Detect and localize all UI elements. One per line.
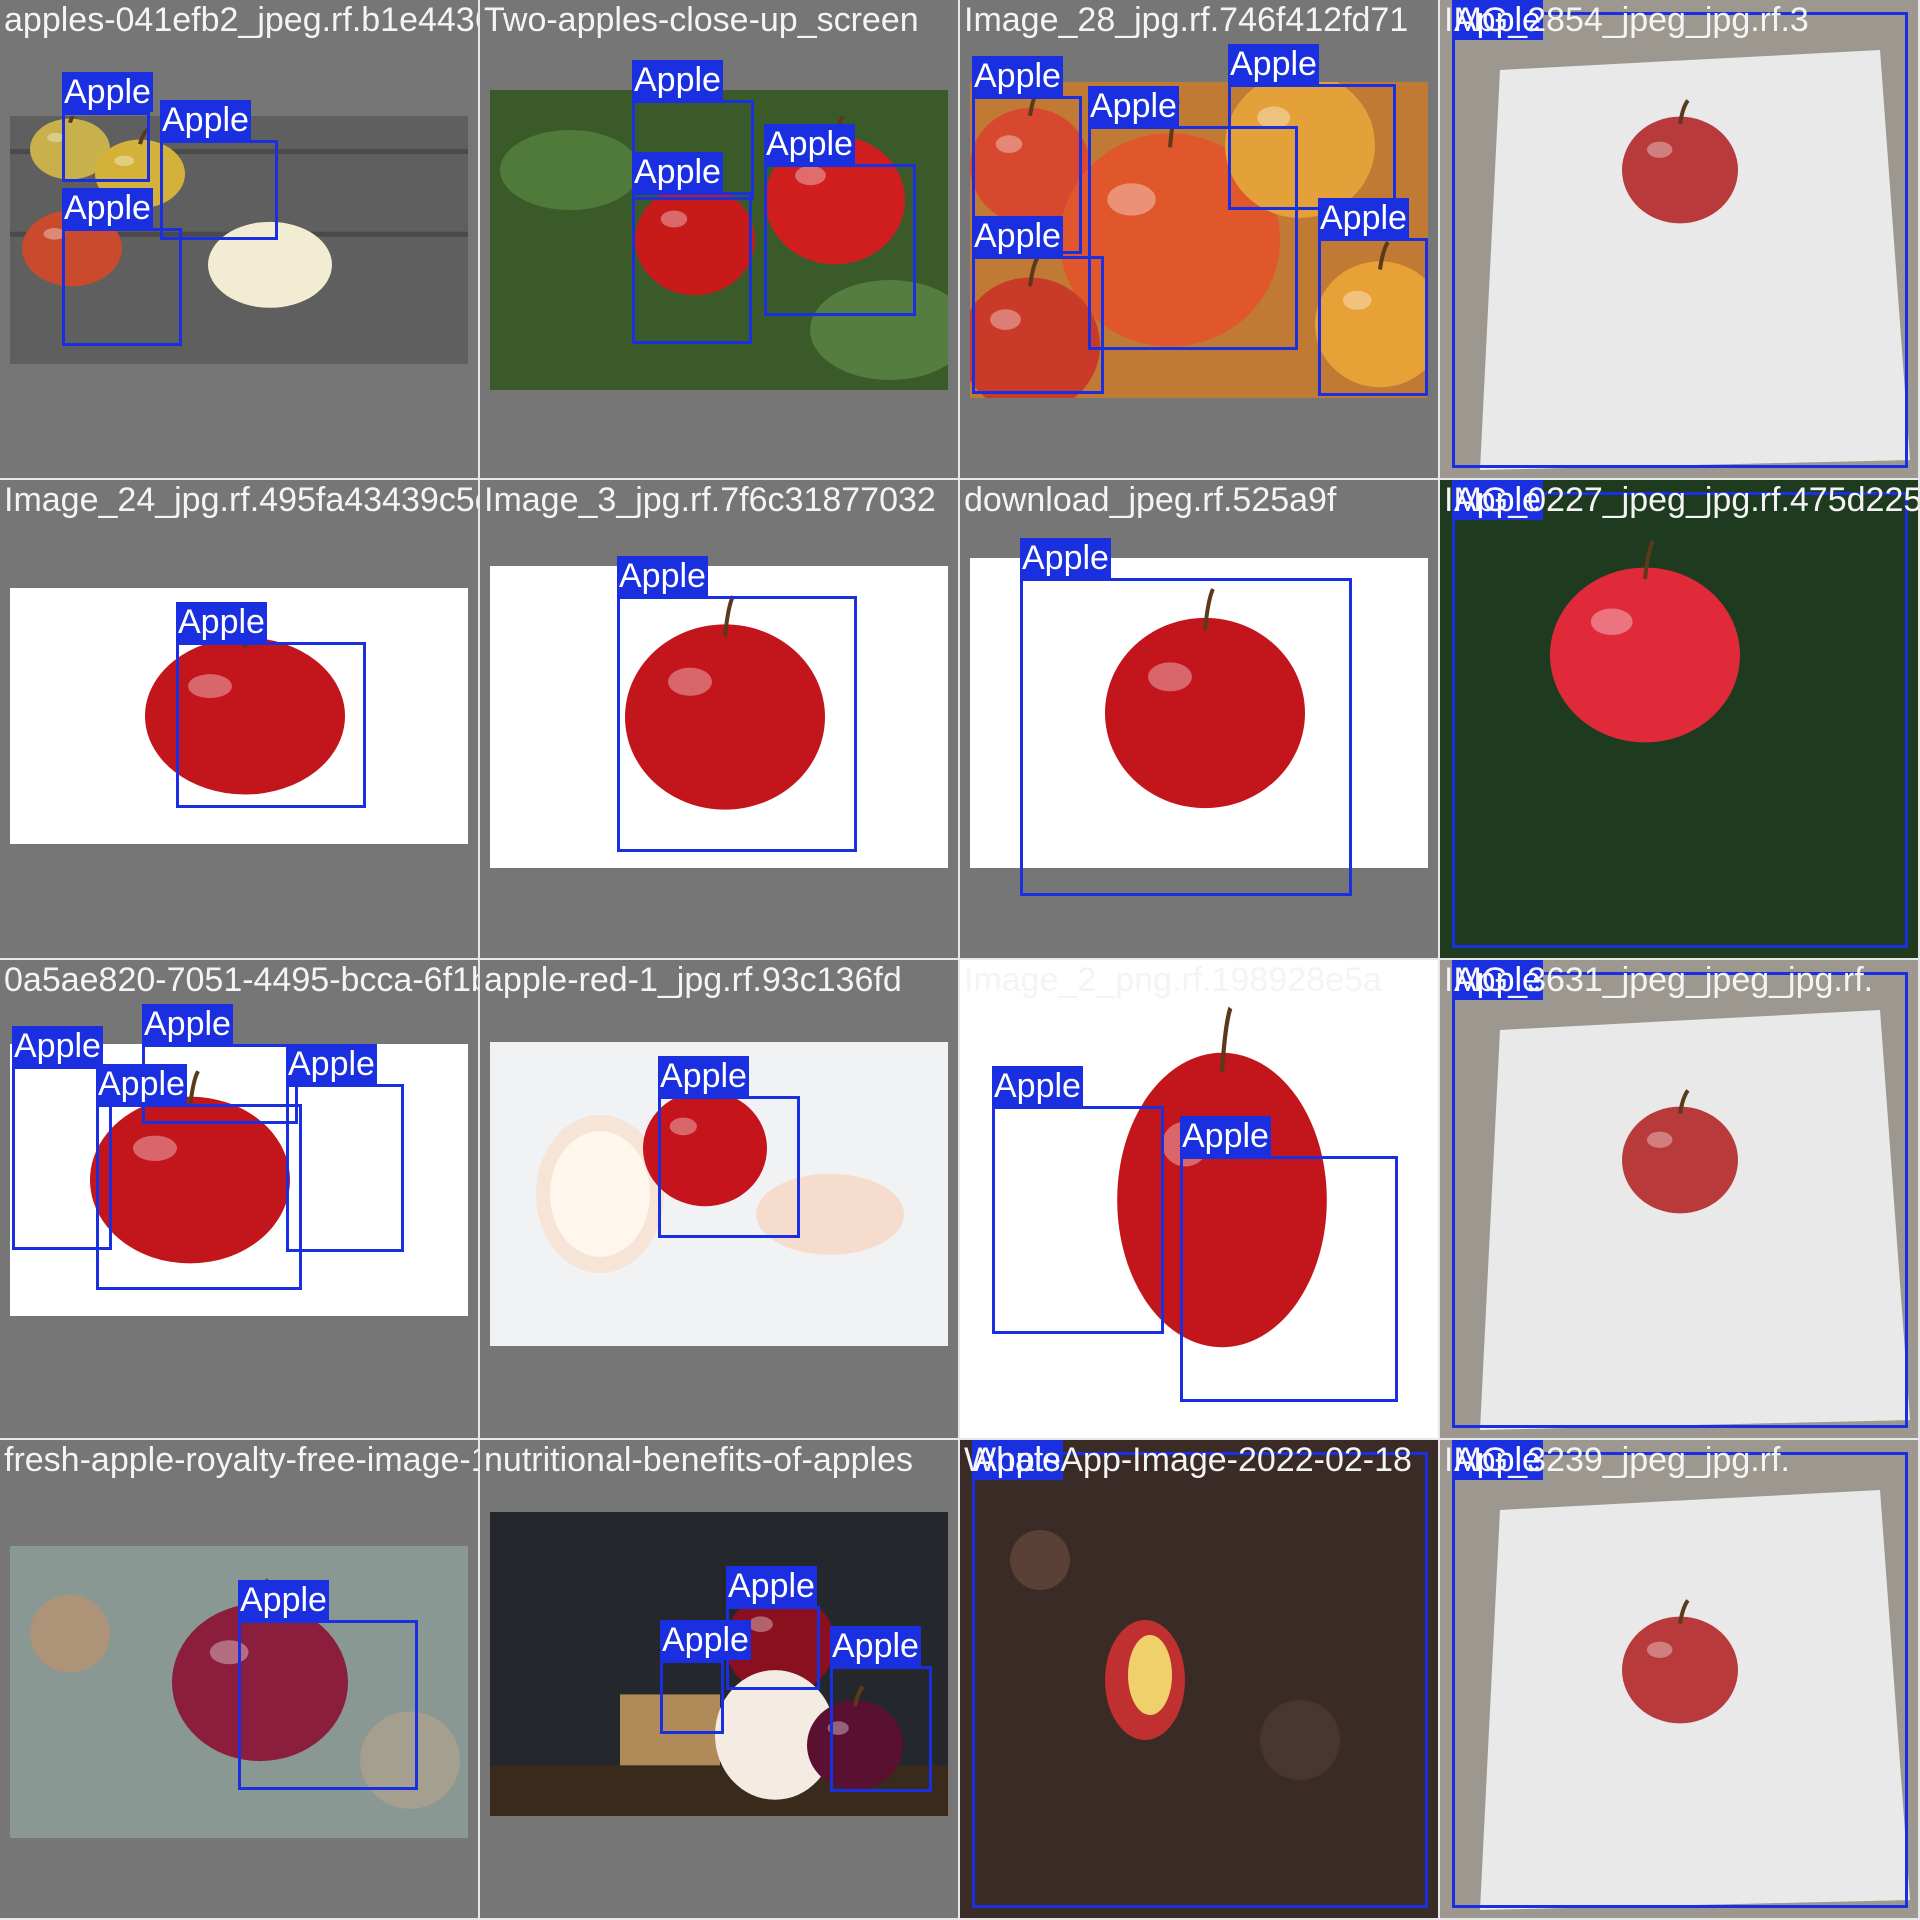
image-filename-caption: Image_3_jpg.rf.7f6c31877032 [484, 481, 936, 519]
image-tile: Two-apples-close-up_screen Apple Apple Appl… [480, 0, 960, 480]
bounding-box [1452, 12, 1908, 468]
image-filename-caption: WhatsApp-Image-2022-02-18 [964, 1441, 1412, 1479]
image-filename-caption: Two-apples-close-up_screen [484, 1, 919, 39]
image-tile: WhatsApp-Image-2022-02-18 Apple [960, 1440, 1440, 1920]
image-filename-caption: apple-red-1_jpg.rf.93c136fd [484, 961, 902, 999]
image-filename-caption: Image_28_jpg.rf.746f412fd71 [964, 1, 1409, 39]
image-tile: Image_24_jpg.rf.495fa43439c5d8f13140a409… [0, 480, 480, 960]
image-filename-caption: download_jpeg.rf.525a9f [964, 481, 1337, 519]
image-tile: IMG_2854_jpeg_jpg.rf.3 Apple [1440, 0, 1920, 480]
bounding-box [62, 228, 182, 346]
bounding-box [286, 1084, 404, 1252]
bounding-box [972, 256, 1104, 394]
bounding-box-label: Apple [238, 1580, 329, 1620]
bounding-box-label: Apple [1088, 86, 1179, 126]
image-tile: IMG_3631_jpeg_jpeg_jpg.rf. Apple [1440, 960, 1920, 1440]
bounding-box [617, 596, 857, 852]
bounding-box [764, 164, 916, 316]
bounding-box [1180, 1156, 1398, 1402]
detection-grid: apples-041efb2_jpeg.rf.b1e4436ae75f3b6b9… [0, 0, 1920, 1920]
bounding-box [830, 1666, 932, 1792]
bounding-box [992, 1106, 1164, 1334]
image-tile: apple-red-1_jpg.rf.93c136fd Apple [480, 960, 960, 1440]
bounding-box [1452, 492, 1908, 948]
bounding-box [658, 1096, 800, 1238]
image-tile: Image_28_jpg.rf.746f412fd71 Apple Apple App… [960, 0, 1440, 480]
image-tile: Image_2_png.rf.198928e5a Apple Apple [960, 960, 1440, 1440]
bounding-box-label: Apple [1318, 198, 1409, 238]
bounding-box-label: Apple [972, 216, 1063, 256]
bounding-box [1228, 84, 1396, 210]
bounding-box [1318, 238, 1428, 396]
bounding-box [96, 1104, 302, 1290]
bounding-box-label: Apple [286, 1044, 377, 1084]
bounding-box-label: Apple [1020, 538, 1111, 578]
bounding-box-label: Apple [972, 56, 1063, 96]
image-tile: Image_3_jpg.rf.7f6c31877032 Apple [480, 480, 960, 960]
bounding-box-label: Apple [62, 72, 153, 112]
bounding-box-label: Apple [1228, 44, 1319, 84]
bounding-box [62, 112, 150, 182]
image-tile: IMG_0227_jpeg_jpg.rf.475d225 Apple [1440, 480, 1920, 960]
bounding-box-label: Apple [992, 1066, 1083, 1106]
bounding-box [176, 642, 366, 808]
image-tile: download_jpeg.rf.525a9f Apple [960, 480, 1440, 960]
image-tile: apples-041efb2_jpeg.rf.b1e4436ae75f3b6b9… [0, 0, 480, 480]
image-filename-caption: IMG_3239_jpeg_jpg.rf. [1444, 1441, 1790, 1479]
bounding-box-label: Apple [660, 1620, 751, 1660]
image-tile: nutritional-benefits-of-apples Apple Apple… [480, 1440, 960, 1920]
image-tile: IMG_3239_jpeg_jpg.rf. Apple [1440, 1440, 1920, 1920]
bounding-box-label: Apple [142, 1004, 233, 1044]
image-filename-caption: 0a5ae820-7051-4495-bcca-6f1b02897472_jpg [4, 961, 478, 999]
bounding-box-label: Apple [726, 1566, 817, 1606]
bounding-box-label: Apple [1180, 1116, 1271, 1156]
image-filename-caption: IMG_3631_jpeg_jpeg_jpg.rf. [1444, 961, 1874, 999]
bounding-box [1020, 578, 1352, 896]
bounding-box [160, 140, 278, 240]
image-tile: 0a5ae820-7051-4495-bcca-6f1b02897472_jpg… [0, 960, 480, 1440]
bounding-box [1452, 1452, 1908, 1908]
image-filename-caption: Image_24_jpg.rf.495fa43439c5d8f13140a409… [4, 481, 478, 519]
image-filename-caption: nutritional-benefits-of-apples [484, 1441, 914, 1479]
bounding-box-label: Apple [617, 556, 708, 596]
image-filename-caption: IMG_0227_jpeg_jpg.rf.475d225 [1444, 481, 1920, 519]
bounding-box [660, 1660, 724, 1734]
bounding-box-label: Apple [830, 1626, 921, 1666]
bounding-box-label: Apple [96, 1064, 187, 1104]
image-filename-caption: apples-041efb2_jpeg.rf.b1e4436ae75f3b6b9 [4, 1, 480, 39]
bounding-box-label: Apple [658, 1056, 749, 1096]
bounding-box-label: Apple [632, 60, 723, 100]
image-filename-caption: Image_2_png.rf.198928e5a [964, 961, 1382, 999]
image-filename-caption: IMG_2854_jpeg_jpg.rf.3 [1444, 1, 1809, 39]
bounding-box-label: Apple [176, 602, 267, 642]
bounding-box [972, 1452, 1428, 1908]
bounding-box [1452, 972, 1908, 1428]
bounding-box-label: Apple [160, 100, 251, 140]
bounding-box-label: Apple [632, 152, 723, 192]
bounding-box-label: Apple [764, 124, 855, 164]
image-filename-caption: fresh-apple-royalty-free-image-1027315 [4, 1441, 478, 1479]
bounding-box-label: Apple [12, 1026, 103, 1066]
bounding-box-label: Apple [62, 188, 153, 228]
image-tile: fresh-apple-royalty-free-image-1027315 Ap… [0, 1440, 480, 1920]
bounding-box [238, 1620, 418, 1790]
bounding-box [632, 192, 752, 344]
